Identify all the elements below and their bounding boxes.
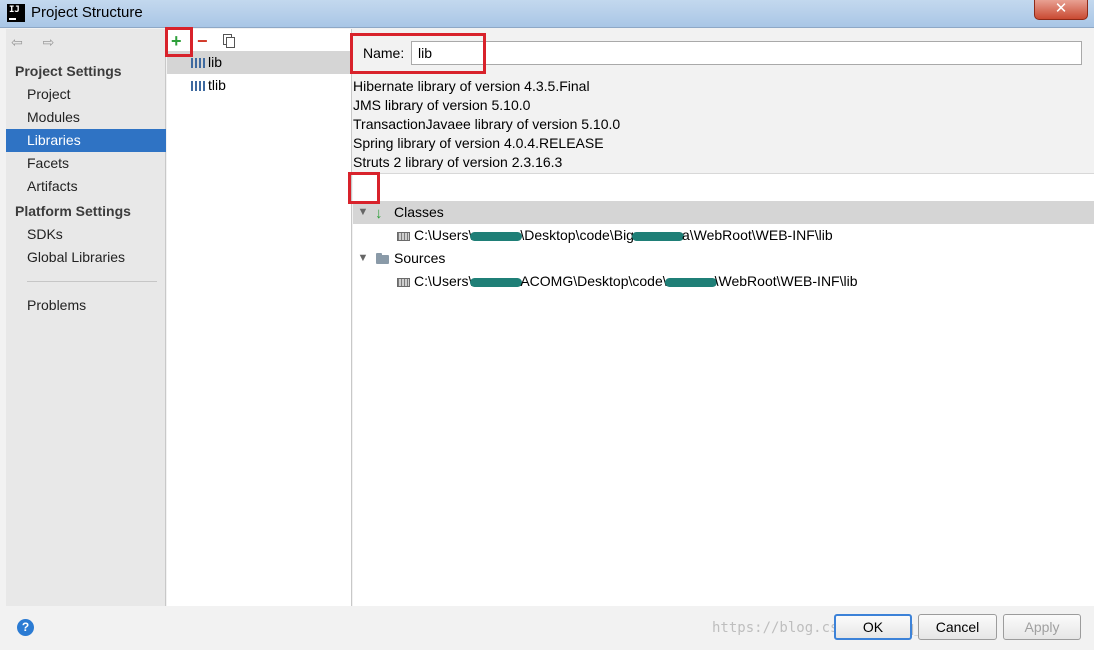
- sources-label: Sources: [394, 250, 446, 266]
- platform-settings-header: Platform Settings: [15, 203, 131, 219]
- intellij-app-icon: IJ: [7, 4, 25, 22]
- ok-button[interactable]: OK: [834, 614, 912, 640]
- nav-item-problems[interactable]: Problems: [6, 294, 166, 317]
- library-item-label: lib: [208, 54, 223, 70]
- nav-item-libraries[interactable]: Libraries: [6, 129, 166, 152]
- highlight-name-field: [350, 33, 486, 74]
- highlight-add-library: [165, 27, 193, 57]
- sources-path: C:\Users\ ACOMG\Desktop\code\ \WebRoot\WEB…: [414, 273, 858, 289]
- library-roots-tree: ▼ ↓ Classes C:\Users\ \Desktop\code\Big a\…: [353, 173, 1094, 606]
- library-detail-panel: Name: Hibernate library of version 4.3.5…: [353, 29, 1094, 606]
- nav-item-global-libraries[interactable]: Global Libraries: [6, 246, 166, 269]
- chevron-down-icon[interactable]: ▼: [356, 247, 370, 270]
- project-settings-header: Project Settings: [15, 63, 122, 79]
- classes-icon: ↓: [375, 205, 383, 222]
- tree-node-sources[interactable]: ▼ Sources: [353, 247, 1094, 270]
- library-icon: [191, 81, 205, 91]
- library-description: Hibernate library of version 4.3.5.Final: [353, 78, 590, 94]
- library-icon: [191, 58, 205, 68]
- nav-item-facets[interactable]: Facets: [6, 152, 166, 175]
- library-item-tlib[interactable]: tlib: [167, 74, 352, 97]
- remove-library-icon[interactable]: −: [197, 32, 208, 50]
- jar-folder-icon: [397, 278, 410, 287]
- classes-label: Classes: [394, 204, 444, 220]
- library-description: Spring library of version 4.0.4.RELEASE: [353, 135, 604, 151]
- apply-button[interactable]: Apply: [1003, 614, 1081, 640]
- chevron-down-icon[interactable]: ▼: [356, 201, 370, 224]
- library-item-lib[interactable]: lib: [167, 51, 352, 74]
- library-description: JMS library of version 5.10.0: [353, 97, 531, 113]
- tree-node-sources-path[interactable]: C:\Users\ ACOMG\Desktop\code\ \WebRoot\WEB…: [353, 270, 1094, 293]
- help-icon[interactable]: ?: [17, 619, 34, 636]
- nav-item-sdks[interactable]: SDKs: [6, 223, 166, 246]
- window-close-button[interactable]: ✕: [1034, 0, 1088, 20]
- library-description: TransactionJavaee library of version 5.1…: [353, 116, 621, 132]
- library-name-input[interactable]: [411, 41, 1082, 65]
- library-list-panel: + − lib tlib: [167, 29, 352, 606]
- classes-path: C:\Users\ \Desktop\code\Big a\WebRoot\WEB-…: [414, 227, 833, 243]
- cancel-button[interactable]: Cancel: [918, 614, 997, 640]
- settings-nav-panel: ⇦ ⇨ Project Settings Project Modules Lib…: [6, 29, 166, 606]
- nav-item-artifacts[interactable]: Artifacts: [6, 175, 166, 198]
- nav-item-project[interactable]: Project: [6, 83, 166, 106]
- jar-folder-icon: [397, 232, 410, 241]
- window-title-bar: IJ Project Structure ✕: [0, 0, 1094, 28]
- tree-node-classes-path[interactable]: C:\Users\ \Desktop\code\Big a\WebRoot\WEB-…: [353, 224, 1094, 247]
- nav-item-modules[interactable]: Modules: [6, 106, 166, 129]
- back-forward-arrows-icon[interactable]: ⇦ ⇨: [11, 34, 62, 51]
- sources-folder-icon: [376, 253, 389, 264]
- nav-divider: [27, 281, 157, 282]
- library-item-label: tlib: [208, 77, 226, 93]
- copy-library-icon[interactable]: [223, 34, 235, 48]
- library-description: Struts 2 library of version 2.3.16.3: [353, 154, 563, 170]
- tree-node-classes[interactable]: ▼ ↓ Classes: [353, 201, 1094, 224]
- highlight-add-root: [348, 172, 380, 204]
- window-title: Project Structure: [31, 4, 143, 21]
